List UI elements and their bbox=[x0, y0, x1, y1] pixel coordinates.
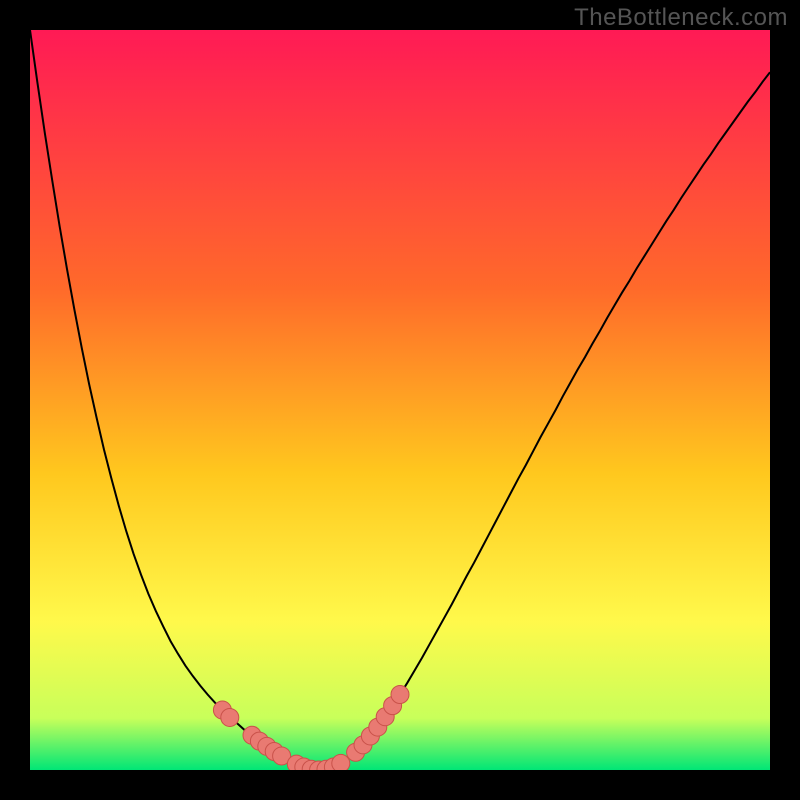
highlight-marker bbox=[391, 686, 409, 704]
highlight-marker bbox=[221, 708, 239, 726]
chart-svg bbox=[30, 30, 770, 770]
watermark-text: TheBottleneck.com bbox=[574, 4, 788, 32]
chart-frame: TheBottleneck.com bbox=[0, 0, 800, 800]
gradient-background bbox=[30, 30, 770, 770]
highlight-marker bbox=[332, 754, 350, 770]
